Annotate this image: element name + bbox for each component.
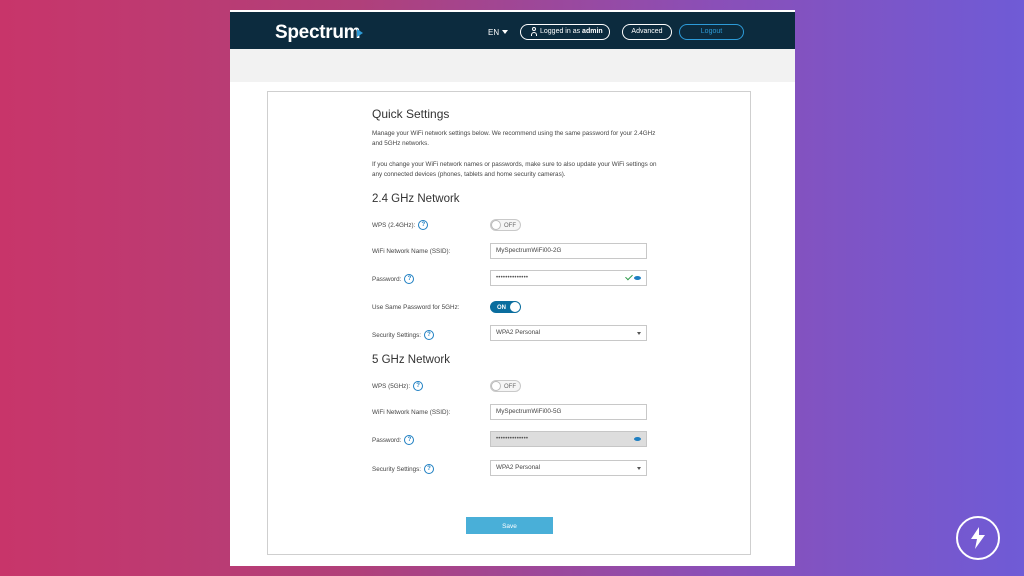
wps-5-toggle[interactable]: OFF: [490, 380, 521, 392]
top-navbar: Spectrum EN Logged in as admin Advanced …: [230, 10, 795, 51]
quick-settings-panel: Quick Settings Manage your WiFi network …: [267, 91, 751, 555]
ssid-5-label: WiFi Network Name (SSID):: [372, 409, 451, 416]
password-5-label: Password: ?: [372, 435, 415, 445]
security-5-value: WPA2 Personal: [496, 464, 540, 471]
logo-arrow-icon: [357, 29, 363, 37]
wps-24-label: WPS (2.4GHz): ?: [372, 220, 429, 230]
language-selector[interactable]: EN: [488, 28, 499, 37]
help-icon[interactable]: ?: [424, 464, 434, 474]
password-mask: ••••••••••••••: [496, 275, 529, 281]
ssid-24-input[interactable]: MySpectrumWiFi00-2G: [490, 243, 647, 259]
logout-button[interactable]: Logout: [679, 24, 744, 40]
toggle-knob: [491, 220, 501, 230]
ssid-5-input[interactable]: MySpectrumWiFi00-5G: [490, 404, 647, 420]
toggle-knob: [510, 302, 520, 312]
section-title-24ghz: 2.4 GHz Network: [372, 193, 460, 205]
security-24-select[interactable]: WPA2 Personal: [490, 325, 647, 341]
toggle-state: OFF: [504, 384, 516, 390]
same-password-label: Use Same Password for 5GHz:: [372, 304, 460, 311]
toggle-state: OFF: [504, 223, 516, 229]
toggle-state: ON: [497, 305, 506, 311]
logged-in-text: Logged in as admin: [540, 28, 603, 35]
password-mask: ••••••••••••••: [496, 436, 529, 442]
security-5-label: Security Settings: ?: [372, 464, 434, 474]
caret-down-icon[interactable]: [502, 30, 508, 34]
advanced-button[interactable]: Advanced: [622, 24, 672, 40]
wps-24-toggle[interactable]: OFF: [490, 219, 521, 231]
note-text: If you change your WiFi network names or…: [372, 161, 657, 178]
help-icon[interactable]: ?: [424, 330, 434, 340]
caret-down-icon: [637, 332, 641, 335]
router-admin-window: Spectrum EN Logged in as admin Advanced …: [230, 10, 795, 566]
check-icon: [625, 272, 633, 281]
ssid-24-label: WiFi Network Name (SSID):: [372, 248, 451, 255]
help-icon[interactable]: ?: [413, 381, 424, 391]
security-5-select[interactable]: WPA2 Personal: [490, 460, 647, 476]
help-icon[interactable]: ?: [404, 435, 415, 445]
logged-in-badge[interactable]: Logged in as admin: [520, 24, 610, 40]
toggle-knob: [491, 381, 501, 391]
password-5-input: ••••••••••••••: [490, 431, 647, 447]
wps-5-label: WPS (5GHz): ?: [372, 381, 424, 391]
spectrum-logo[interactable]: Spectrum: [275, 22, 361, 44]
logged-in-username: admin: [582, 28, 603, 35]
lightning-bolt-badge: [956, 516, 1000, 560]
caret-down-icon: [637, 467, 641, 470]
save-button[interactable]: Save: [466, 517, 553, 534]
page-title: Quick Settings: [372, 107, 450, 121]
user-icon: [531, 27, 537, 36]
same-password-toggle[interactable]: ON: [490, 301, 521, 313]
help-icon[interactable]: ?: [418, 220, 429, 230]
intro-text: Manage your WiFi network settings below.…: [372, 130, 656, 147]
help-icon[interactable]: ?: [404, 274, 415, 284]
eye-icon[interactable]: [634, 437, 641, 441]
password-24-input[interactable]: ••••••••••••••: [490, 270, 647, 286]
lightning-bolt-icon: [971, 527, 985, 549]
security-24-label: Security Settings: ?: [372, 330, 434, 340]
password-24-label: Password: ?: [372, 274, 415, 284]
subheader-bar: [230, 49, 795, 82]
eye-icon[interactable]: [634, 276, 641, 280]
security-24-value: WPA2 Personal: [496, 329, 540, 336]
section-title-5ghz: 5 GHz Network: [372, 354, 450, 366]
